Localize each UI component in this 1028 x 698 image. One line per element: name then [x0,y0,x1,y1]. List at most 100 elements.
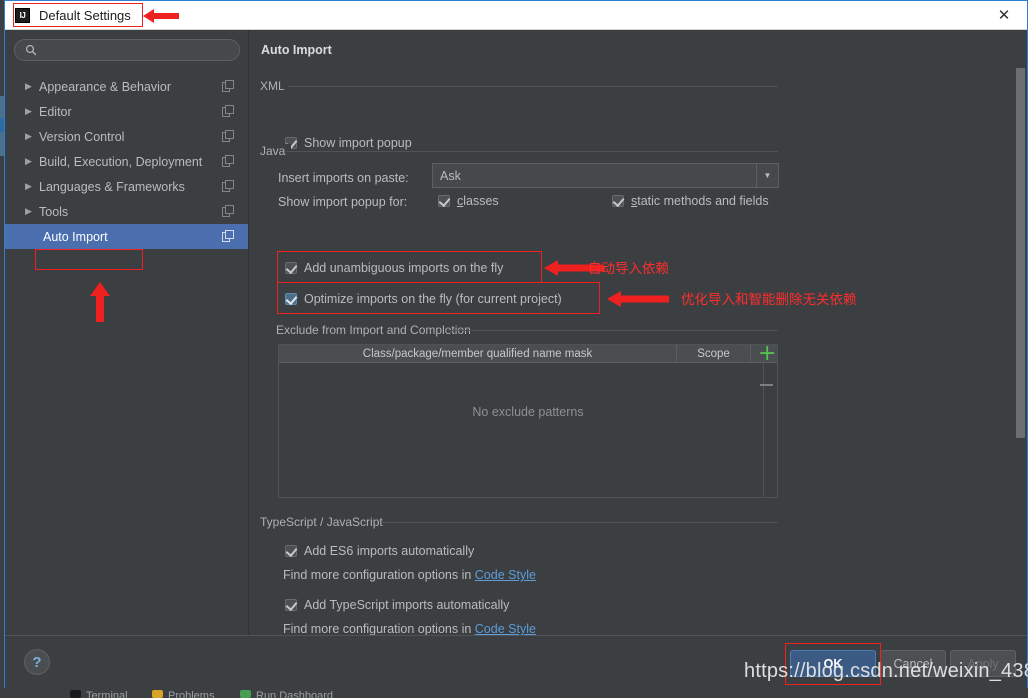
copy-icon[interactable] [222,230,234,242]
show-import-popup-for-label: Show import popup for: [278,195,407,209]
sidebar-item-build-execution-deployment[interactable]: ▶ Build, Execution, Deployment [5,149,248,174]
checkbox-optimize-imports-on-the-fly[interactable]: Optimize imports on the fly (for current… [285,292,562,306]
checkbox-icon[interactable] [285,599,297,611]
problems-icon [152,690,163,698]
section-divider-xml [288,86,778,87]
es6-hint: Find more configuration options in Code … [283,568,536,582]
checkbox-icon[interactable] [285,545,297,557]
checkbox-add-typescript-imports[interactable]: Add TypeScript imports automatically [285,598,509,612]
annotation-note-auto-import: 自动导入依赖 [588,257,669,277]
exclude-table-empty-text: No exclude patterns [279,405,777,419]
checkbox-icon[interactable] [285,262,297,274]
copy-icon[interactable] [222,205,234,217]
auto-import-highlight-box [35,249,143,270]
dialog-titlebar: IJ Default Settings ✕ [5,1,1027,30]
checkbox-label: Add TypeScript imports automatically [304,598,509,612]
annotation-note-optimize-import: 优化导入和智能删除无关依赖 [681,288,857,308]
checkbox-label: Add unambiguous imports on the fly [304,261,503,275]
copy-icon[interactable] [222,130,234,142]
detail-pane-scrollbar-thumb[interactable] [1016,68,1025,438]
terminal-icon [70,690,81,698]
column-header-scope[interactable]: Scope [676,345,750,362]
add-exclude-pattern-button[interactable]: + [758,343,776,365]
code-style-link[interactable]: Code Style [475,622,536,635]
sidebar-item-tools[interactable]: ▶ Tools [5,199,248,224]
intellij-icon: IJ [15,8,30,23]
settings-detail-pane: Auto Import XML Show import popup Java I… [250,30,1027,635]
section-divider-exclude [446,330,778,331]
section-divider-typescript-javascript [382,522,778,523]
checkbox-classes[interactable]: classes [438,194,499,208]
exclude-table-header: Class/package/member qualified name mask… [279,345,777,363]
checkbox-icon[interactable] [438,195,450,207]
annotation-arrow-sidebar [89,282,111,322]
copy-icon[interactable] [222,105,234,117]
checkbox-label: Show import popup [304,136,412,150]
checkbox-add-unambiguous-imports[interactable]: Add unambiguous imports on the fly [285,261,503,275]
ide-bottom-toolbar: Terminal Problems Run Dashboard [0,688,1028,698]
dialog-content: ▶ Appearance & Behavior ▶ Editor [5,30,1027,691]
sidebar-item-languages-frameworks[interactable]: ▶ Languages & Frameworks [5,174,248,199]
checkbox-show-import-popup-xml[interactable]: Show import popup [285,136,412,150]
copy-icon[interactable] [222,180,234,192]
chevron-right-icon[interactable]: ▶ [22,205,35,218]
dialog-title: Default Settings [39,8,131,23]
checkbox-static-methods-and-fields[interactable]: static methods and fields [612,194,769,208]
typescript-hint: Find more configuration options in Code … [283,622,536,635]
watermark-url: https://blog.csdn.net/weixin_43870079 [744,660,1028,683]
annotation-arrow-optimize-imports [607,290,669,308]
sidebar-item-label: Build, Execution, Deployment [39,155,202,169]
chevron-right-icon[interactable]: ▶ [22,130,35,143]
sidebar-item-label: Version Control [39,130,124,144]
sidebar-item-label: Appearance & Behavior [39,80,171,94]
chevron-right-icon[interactable]: ▶ [22,80,35,93]
checkbox-icon[interactable] [612,195,624,207]
search-box[interactable] [14,39,240,61]
screen: IJ Default Settings ✕ [0,0,1028,698]
checkbox-add-es6-imports[interactable]: Add ES6 imports automatically [285,544,474,558]
code-style-link[interactable]: Code Style [475,568,536,582]
copy-icon[interactable] [222,80,234,92]
chevron-right-icon[interactable]: ▶ [22,180,35,193]
sidebar-item-auto-import[interactable]: Auto Import [5,224,248,249]
remove-exclude-pattern-button[interactable] [760,384,773,386]
checkbox-label-rest: tatic methods and fields [637,194,768,208]
exclude-table: Class/package/member qualified name mask… [278,344,778,498]
checkbox-label: Add ES6 imports automatically [304,544,474,558]
close-icon[interactable]: ✕ [981,1,1027,29]
column-header-name-mask[interactable]: Class/package/member qualified name mask [279,345,676,362]
toolbar-item-problems[interactable]: Problems [168,690,214,698]
sidebar-item-version-control[interactable]: ▶ Version Control [5,124,248,149]
search-icon [25,44,37,56]
settings-dialog: IJ Default Settings ✕ [4,0,1028,692]
chevron-down-icon[interactable]: ▼ [756,164,778,187]
checkbox-label: static methods and fields [631,194,769,208]
sidebar-item-appearance-behavior[interactable]: ▶ Appearance & Behavior [5,74,248,99]
sidebar-item-label: Tools [39,205,68,219]
sidebar-item-label: Languages & Frameworks [39,180,185,194]
insert-imports-label: Insert imports on paste: [278,171,409,185]
insert-imports-on-paste-select[interactable]: Ask ▼ [432,163,779,188]
run-dashboard-icon [240,690,251,698]
select-value: Ask [440,169,461,183]
detail-pane-scrollbar-track[interactable] [1017,30,1026,635]
checkbox-label: classes [457,194,499,208]
copy-icon[interactable] [222,155,234,167]
chevron-right-icon[interactable]: ▶ [22,155,35,168]
checkbox-icon[interactable] [285,293,297,305]
toolbar-item-terminal[interactable]: Terminal [86,690,128,698]
section-label-xml: XML [260,79,291,93]
typescript-hint-prefix: Find more configuration options in [283,622,475,635]
checkbox-label: Optimize imports on the fly (for current… [304,292,562,306]
page-title: Auto Import [261,43,332,57]
section-label-typescript-javascript: TypeScript / JavaScript [260,515,389,529]
dialog-title-group: IJ Default Settings [15,4,131,26]
section-divider-java [286,151,778,152]
chevron-right-icon[interactable]: ▶ [22,105,35,118]
toolbar-item-run-dashboard[interactable]: Run Dashboard [256,690,333,698]
sidebar-item-label: Auto Import [43,230,108,244]
search-input[interactable] [43,43,237,61]
help-button[interactable]: ? [24,649,50,675]
settings-tree: ▶ Appearance & Behavior ▶ Editor [5,74,248,249]
sidebar-item-editor[interactable]: ▶ Editor [5,99,248,124]
